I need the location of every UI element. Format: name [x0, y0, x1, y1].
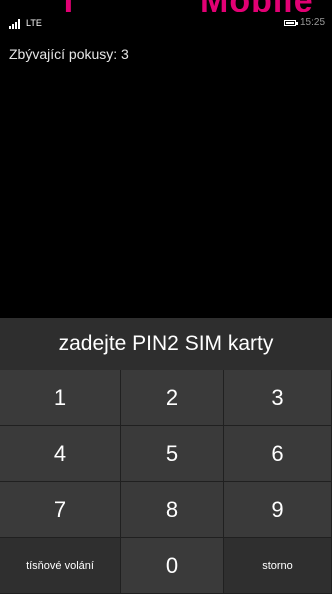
- pin-prompt[interactable]: zadejte PIN2 SIM karty: [0, 318, 332, 370]
- status-bar: LTE 15:25: [0, 12, 332, 36]
- network-type: LTE: [26, 18, 42, 28]
- carrier-logo-left: T: [58, 0, 80, 12]
- pin-entry-panel: zadejte PIN2 SIM karty 1 2 3 4 5 6 7 8 9…: [0, 318, 332, 594]
- key-0[interactable]: 0: [121, 538, 224, 594]
- key-9[interactable]: 9: [224, 482, 332, 538]
- key-4[interactable]: 4: [0, 426, 121, 482]
- carrier-logo-right: Mobile: [200, 0, 314, 12]
- key-5[interactable]: 5: [121, 426, 224, 482]
- emergency-call-button[interactable]: tísňové volání: [0, 538, 121, 594]
- key-1[interactable]: 1: [0, 370, 121, 426]
- remaining-attempts: Zbývající pokusy: 3: [9, 46, 129, 62]
- status-time: 15:25: [300, 17, 326, 28]
- key-6[interactable]: 6: [224, 426, 332, 482]
- key-7[interactable]: 7: [0, 482, 121, 538]
- carrier-banner: T Mobile: [0, 0, 332, 12]
- battery-icon: [284, 20, 298, 26]
- key-8[interactable]: 8: [121, 482, 224, 538]
- keypad: 1 2 3 4 5 6 7 8 9 tísňové volání 0 storn…: [0, 370, 332, 594]
- signal-bars-icon: [9, 19, 25, 29]
- cancel-button[interactable]: storno: [224, 538, 332, 594]
- key-2[interactable]: 2: [121, 370, 224, 426]
- key-3[interactable]: 3: [224, 370, 332, 426]
